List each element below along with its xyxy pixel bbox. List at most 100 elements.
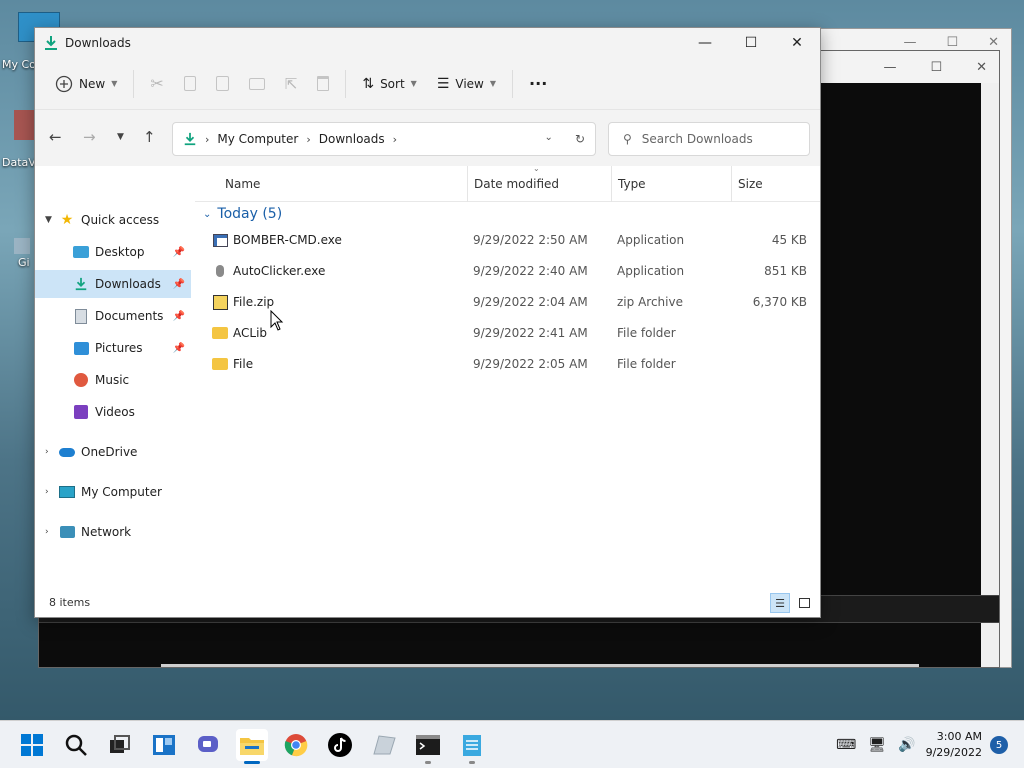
app-icon [373, 735, 396, 755]
sort-button[interactable]: ⇅ Sort ▼ [352, 68, 427, 100]
table-row[interactable]: BOMBER-CMD.exe 9/29/2022 2:50 AM Applica… [211, 226, 821, 254]
cut-button[interactable]: ✂ [140, 68, 173, 100]
console-scrollbar[interactable] [981, 83, 999, 667]
sidebar-item-onedrive[interactable]: › OneDrive [35, 438, 191, 466]
start-button[interactable] [16, 729, 48, 761]
minimize-icon[interactable]: — [903, 35, 916, 50]
table-row[interactable]: File 9/29/2022 2:05 AM File folder [211, 350, 821, 378]
minimize-icon[interactable]: — [883, 60, 896, 75]
sidebar-item-my-computer[interactable]: › My Computer [35, 478, 191, 506]
maximize-icon[interactable]: ☐ [930, 60, 942, 75]
taskbar: ⌨ 🖥 🔊 3:00 AM 9/29/2022 5 [0, 720, 1024, 768]
expand-chevron-icon[interactable]: › [45, 447, 59, 457]
back-arrow-icon[interactable]: ← [49, 128, 62, 146]
details-view-button[interactable]: ☰ [770, 593, 790, 613]
pin-icon[interactable]: 📌 [173, 247, 185, 258]
onedrive-icon [59, 444, 75, 460]
close-button[interactable]: ✕ [774, 28, 820, 58]
paste-button[interactable] [206, 68, 239, 100]
share-button[interactable]: ⇱ [275, 68, 308, 100]
sidebar-item-documents[interactable]: Documents 📌 [35, 302, 191, 330]
search-box[interactable]: ⚲ Search Downloads [608, 122, 810, 156]
collapse-chevron-icon: ⌄ [203, 208, 212, 220]
table-row[interactable]: ACLib 9/29/2022 2:41 AM File folder [211, 319, 821, 347]
taskbar-terminal[interactable] [412, 729, 444, 764]
music-icon [73, 372, 89, 388]
tiles-view-button[interactable] [794, 593, 814, 613]
desktop-icon-label: Gi [18, 256, 30, 269]
sidebar-item-desktop[interactable]: Desktop 📌 [35, 238, 191, 266]
table-row[interactable]: AutoClicker.exe 9/29/2022 2:40 AM Applic… [211, 257, 821, 285]
sidebar-item-downloads[interactable]: Downloads 📌 [35, 270, 191, 298]
file-list: Name Date modified Type Size ⌄ ⌄ Today (… [195, 164, 821, 587]
taskbar-notepad[interactable] [456, 729, 488, 764]
group-header-today[interactable]: ⌄ Today (5) [203, 206, 282, 222]
taskbar-file-explorer[interactable] [236, 729, 268, 764]
sidebar-item-music[interactable]: Music [35, 366, 191, 394]
search-input[interactable]: Search Downloads [642, 132, 753, 146]
pictures-icon [73, 340, 89, 356]
minimize-button[interactable]: — [682, 28, 728, 58]
recent-chevron-icon[interactable]: ▼ [117, 132, 124, 142]
taskbar-search-button[interactable] [60, 729, 92, 761]
sort-caret-icon: ⌄ [533, 164, 540, 173]
close-icon[interactable]: ✕ [976, 60, 987, 75]
sidebar-item-label: Downloads [95, 277, 161, 291]
taskbar-chrome[interactable] [280, 729, 312, 761]
up-arrow-icon[interactable]: ↑ [143, 128, 156, 146]
taskbar-tiktok[interactable] [324, 729, 356, 761]
clock[interactable]: 3:00 AM 9/29/2022 [926, 729, 982, 761]
address-bar[interactable]: › My Computer › Downloads › ⌄ ↻ [172, 122, 596, 156]
console-hscroll-thumb[interactable] [161, 664, 919, 667]
network-status-icon[interactable]: 🖥 [868, 737, 886, 753]
address-history-chevron-icon[interactable]: ⌄ [545, 132, 553, 146]
task-view-button[interactable] [104, 729, 136, 761]
more-options-button[interactable]: ··· [519, 68, 557, 100]
breadcrumb-downloads[interactable]: Downloads [319, 132, 385, 146]
forward-arrow-icon[interactable]: → [83, 128, 96, 146]
copy-button[interactable] [174, 68, 206, 100]
pin-icon[interactable]: 📌 [173, 311, 185, 322]
view-button[interactable]: ☰ View ▼ [427, 68, 506, 100]
maximize-button[interactable]: ☐ [728, 28, 774, 58]
column-header-name[interactable]: Name [225, 166, 260, 202]
running-indicator [469, 761, 475, 764]
computer-icon [59, 484, 75, 500]
close-icon[interactable]: ✕ [988, 35, 999, 50]
column-header-size[interactable]: Size [731, 166, 811, 202]
taskbar-app[interactable] [368, 729, 400, 761]
expand-chevron-icon[interactable]: ▼ [45, 215, 59, 225]
desktop-icon [73, 244, 89, 260]
sidebar-item-videos[interactable]: Videos [35, 398, 191, 426]
notification-badge[interactable]: 5 [990, 736, 1008, 754]
rename-icon [248, 77, 265, 90]
widgets-button[interactable] [148, 729, 180, 761]
column-header-type[interactable]: Type [611, 166, 731, 202]
chat-icon [198, 736, 218, 752]
breadcrumb-my-computer[interactable]: My Computer [217, 132, 298, 146]
shortcut-icon [14, 238, 30, 254]
delete-button[interactable] [307, 68, 339, 100]
system-tray: ⌨ 🖥 🔊 [836, 721, 915, 768]
sidebar-item-quick-access[interactable]: ▼ ★ Quick access [35, 206, 191, 234]
volume-icon[interactable]: 🔊 [898, 737, 915, 753]
sidebar-item-label: Documents [95, 309, 164, 323]
maximize-icon[interactable]: ☐ [946, 35, 958, 50]
pin-icon[interactable]: 📌 [173, 343, 185, 354]
expand-chevron-icon[interactable]: › [45, 487, 59, 497]
keyboard-icon[interactable]: ⌨ [836, 737, 856, 753]
chat-button[interactable] [192, 729, 224, 761]
rename-button[interactable] [239, 68, 275, 100]
new-button[interactable]: New ▼ [45, 68, 127, 100]
pin-icon[interactable]: 📌 [173, 279, 185, 290]
file-type: File folder [617, 326, 676, 340]
expand-chevron-icon[interactable]: › [45, 527, 59, 537]
breadcrumb-chevron-icon: › [392, 132, 398, 146]
sidebar-item-pictures[interactable]: Pictures 📌 [35, 334, 191, 362]
sidebar-item-network[interactable]: › Network [35, 518, 191, 546]
refresh-icon[interactable]: ↻ [575, 132, 585, 146]
file-size: 45 KB [771, 233, 807, 247]
documents-icon [73, 308, 89, 324]
file-name: File.zip [233, 295, 275, 309]
table-row[interactable]: File.zip 9/29/2022 2:04 AM zip Archive 6… [211, 288, 821, 316]
